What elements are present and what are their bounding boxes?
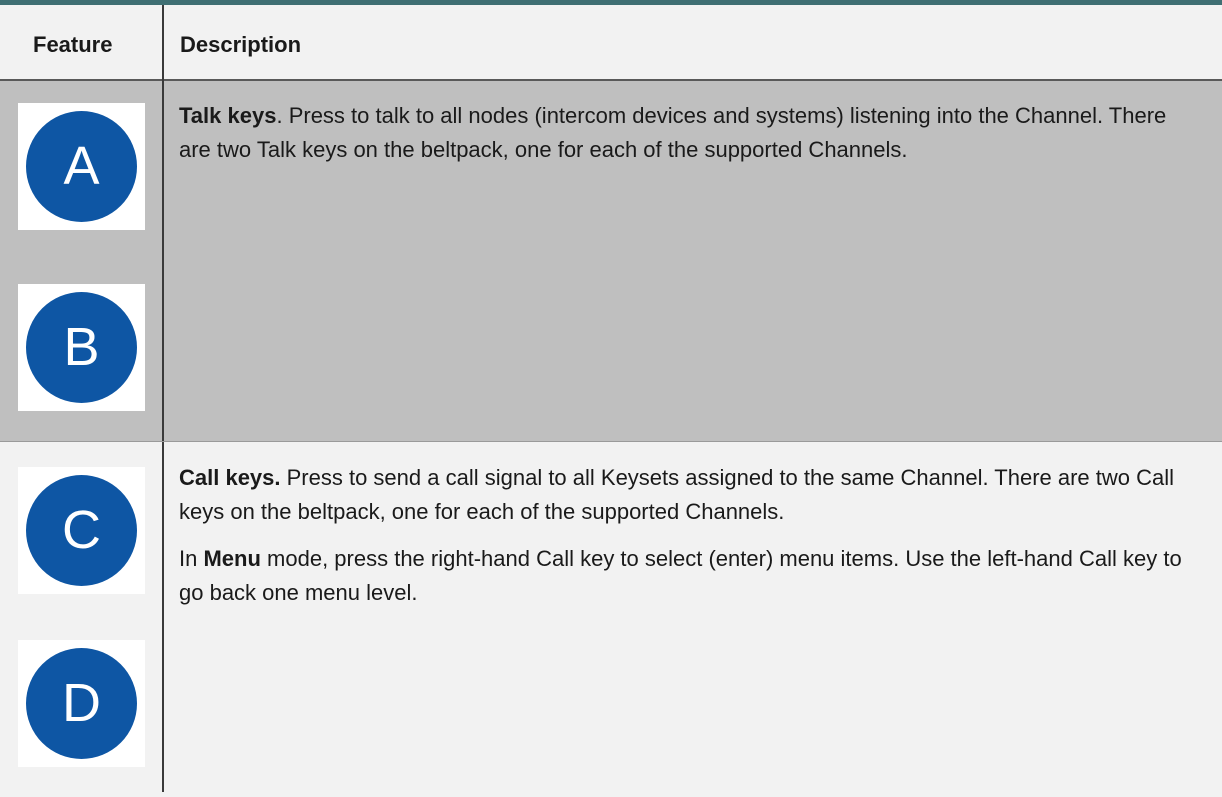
call-keys-title: Call keys.	[179, 465, 281, 490]
key-b-circle: B	[26, 292, 137, 403]
column-divider-row2	[162, 442, 164, 792]
key-a-circle: A	[26, 111, 137, 222]
menu-mode-text: mode, press the right-hand Call key to s…	[179, 546, 1182, 605]
column-divider-header	[162, 5, 164, 81]
talk-keys-text: Press to talk to all nodes (intercom dev…	[179, 103, 1167, 162]
talk-keys-description: Talk keys. Press to talk to all nodes (i…	[179, 99, 1199, 167]
talk-key-a-icon: A	[18, 103, 145, 230]
table-row-talk-keys: A B Talk keys. Press to talk to all node…	[0, 81, 1222, 441]
key-d-circle: D	[26, 648, 137, 759]
talk-key-b-icon: B	[18, 284, 145, 411]
header-description: Description	[180, 32, 302, 57]
header-feature: Feature	[33, 32, 113, 57]
table-row-call-keys: C D Call keys. Press to send a call sign…	[0, 442, 1222, 797]
key-c-circle: C	[26, 475, 137, 586]
call-keys-description: Call keys. Press to send a call signal t…	[179, 461, 1199, 610]
talk-keys-title: Talk keys	[179, 103, 277, 128]
call-keys-text: Press to send a call signal to all Keyse…	[179, 465, 1175, 524]
call-key-d-icon: D	[18, 640, 145, 767]
table-header: Feature Description	[0, 5, 1222, 80]
menu-mode-bold: Menu	[203, 546, 261, 571]
menu-mode-prefix: In	[179, 546, 204, 571]
column-divider-row1	[162, 81, 164, 441]
call-key-c-icon: C	[18, 467, 145, 594]
